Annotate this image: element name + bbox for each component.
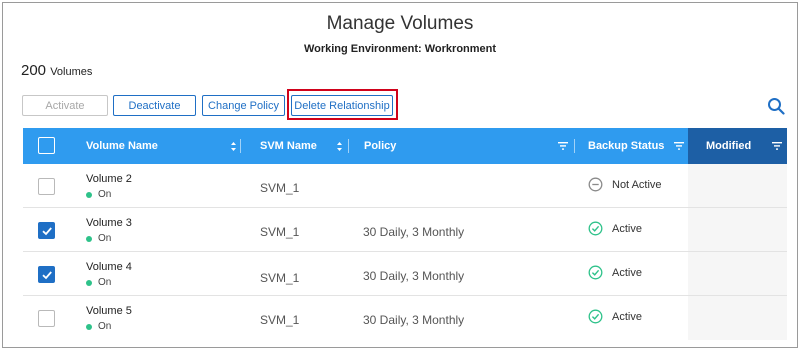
policy-name: 30 Daily, 3 Monthly bbox=[363, 313, 465, 327]
backup-status: Not Active bbox=[588, 177, 662, 192]
filter-icon[interactable] bbox=[558, 128, 568, 164]
svm-name: SVM_1 bbox=[260, 225, 300, 239]
column-backup-status[interactable]: Backup Status bbox=[588, 128, 664, 164]
status-dot-icon bbox=[86, 191, 92, 198]
status-dot-icon bbox=[86, 323, 92, 330]
active-check-icon bbox=[588, 309, 603, 324]
volume-state-label: On bbox=[98, 277, 112, 288]
column-modified[interactable]: Modified bbox=[706, 128, 751, 164]
active-check-icon bbox=[588, 221, 603, 236]
page-title: Manage Volumes bbox=[326, 13, 474, 34]
change-policy-button[interactable]: Change Policy bbox=[202, 95, 285, 116]
table-row[interactable]: Volume 5 On SVM_1 30 Daily, 3 Monthly Ac… bbox=[23, 296, 787, 340]
table-row[interactable]: Volume 2 On SVM_1 Not Active bbox=[23, 164, 787, 208]
table-row[interactable]: Volume 3 On SVM_1 30 Daily, 3 Monthly Ac… bbox=[23, 208, 787, 252]
policy-name: 30 Daily, 3 Monthly bbox=[363, 225, 465, 239]
filter-icon[interactable] bbox=[674, 128, 684, 164]
active-check-icon bbox=[588, 265, 603, 280]
backup-status: Active bbox=[588, 265, 642, 280]
check-icon bbox=[42, 227, 52, 236]
volume-count-label: Volumes bbox=[50, 66, 93, 78]
volume-name: Volume 3 bbox=[86, 217, 132, 229]
working-environment-label: Working Environment: Workronment bbox=[303, 43, 497, 55]
search-icon[interactable] bbox=[767, 97, 785, 115]
modified-cell bbox=[688, 164, 787, 207]
svm-name: SVM_1 bbox=[260, 313, 300, 327]
svm-name: SVM_1 bbox=[260, 271, 300, 285]
volume-state-label: On bbox=[98, 233, 112, 244]
volume-name: Volume 5 bbox=[86, 305, 132, 317]
sort-icon[interactable] bbox=[230, 128, 237, 164]
row-checkbox[interactable] bbox=[38, 178, 55, 195]
table-header: Volume Name SVM Name Policy Backup Statu… bbox=[23, 128, 787, 164]
manage-volumes-dialog: Manage Volumes Working Environment: Work… bbox=[2, 2, 798, 348]
activate-button[interactable]: Activate bbox=[22, 95, 108, 116]
row-checkbox[interactable] bbox=[38, 266, 55, 283]
highlight-box bbox=[287, 89, 398, 120]
modified-cell bbox=[688, 252, 787, 295]
volume-count-number: 200 bbox=[21, 62, 47, 79]
not-active-icon bbox=[588, 177, 603, 192]
backup-status-label: Active bbox=[612, 310, 642, 323]
backup-status-label: Active bbox=[612, 222, 642, 235]
volume-state: On bbox=[86, 277, 111, 288]
volume-state: On bbox=[86, 189, 111, 200]
column-divider bbox=[574, 139, 575, 153]
volume-name: Volume 4 bbox=[86, 261, 132, 273]
volume-state: On bbox=[86, 321, 111, 332]
backup-status-label: Active bbox=[612, 266, 642, 279]
status-dot-icon bbox=[86, 279, 92, 286]
column-volume-name[interactable]: Volume Name bbox=[86, 128, 158, 164]
volumes-table: Volume Name SVM Name Policy Backup Statu… bbox=[23, 128, 787, 340]
row-checkbox[interactable] bbox=[38, 310, 55, 327]
volume-name: Volume 2 bbox=[86, 173, 132, 185]
backup-status-label: Not Active bbox=[612, 178, 662, 191]
volume-state-label: On bbox=[98, 189, 112, 200]
column-policy[interactable]: Policy bbox=[364, 128, 396, 164]
backup-status: Active bbox=[588, 221, 642, 236]
status-dot-icon bbox=[86, 235, 92, 242]
volume-state: On bbox=[86, 233, 111, 244]
deactivate-button[interactable]: Deactivate bbox=[113, 95, 196, 116]
volume-state-label: On bbox=[98, 321, 112, 332]
policy-name: 30 Daily, 3 Monthly bbox=[363, 269, 465, 283]
column-svm-name[interactable]: SVM Name bbox=[260, 128, 317, 164]
modified-cell bbox=[688, 208, 787, 251]
filter-icon[interactable] bbox=[772, 128, 782, 164]
svm-name: SVM_1 bbox=[260, 181, 300, 195]
modified-cell bbox=[688, 296, 787, 340]
column-divider bbox=[240, 139, 241, 153]
sort-icon[interactable] bbox=[336, 128, 343, 164]
select-all-checkbox[interactable] bbox=[38, 137, 55, 154]
volume-count: 200 Volumes bbox=[21, 62, 92, 79]
table-row[interactable]: Volume 4 On SVM_1 30 Daily, 3 Monthly Ac… bbox=[23, 252, 787, 296]
column-divider bbox=[348, 139, 349, 153]
check-icon bbox=[42, 271, 52, 280]
row-checkbox[interactable] bbox=[38, 222, 55, 239]
backup-status: Active bbox=[588, 309, 642, 324]
